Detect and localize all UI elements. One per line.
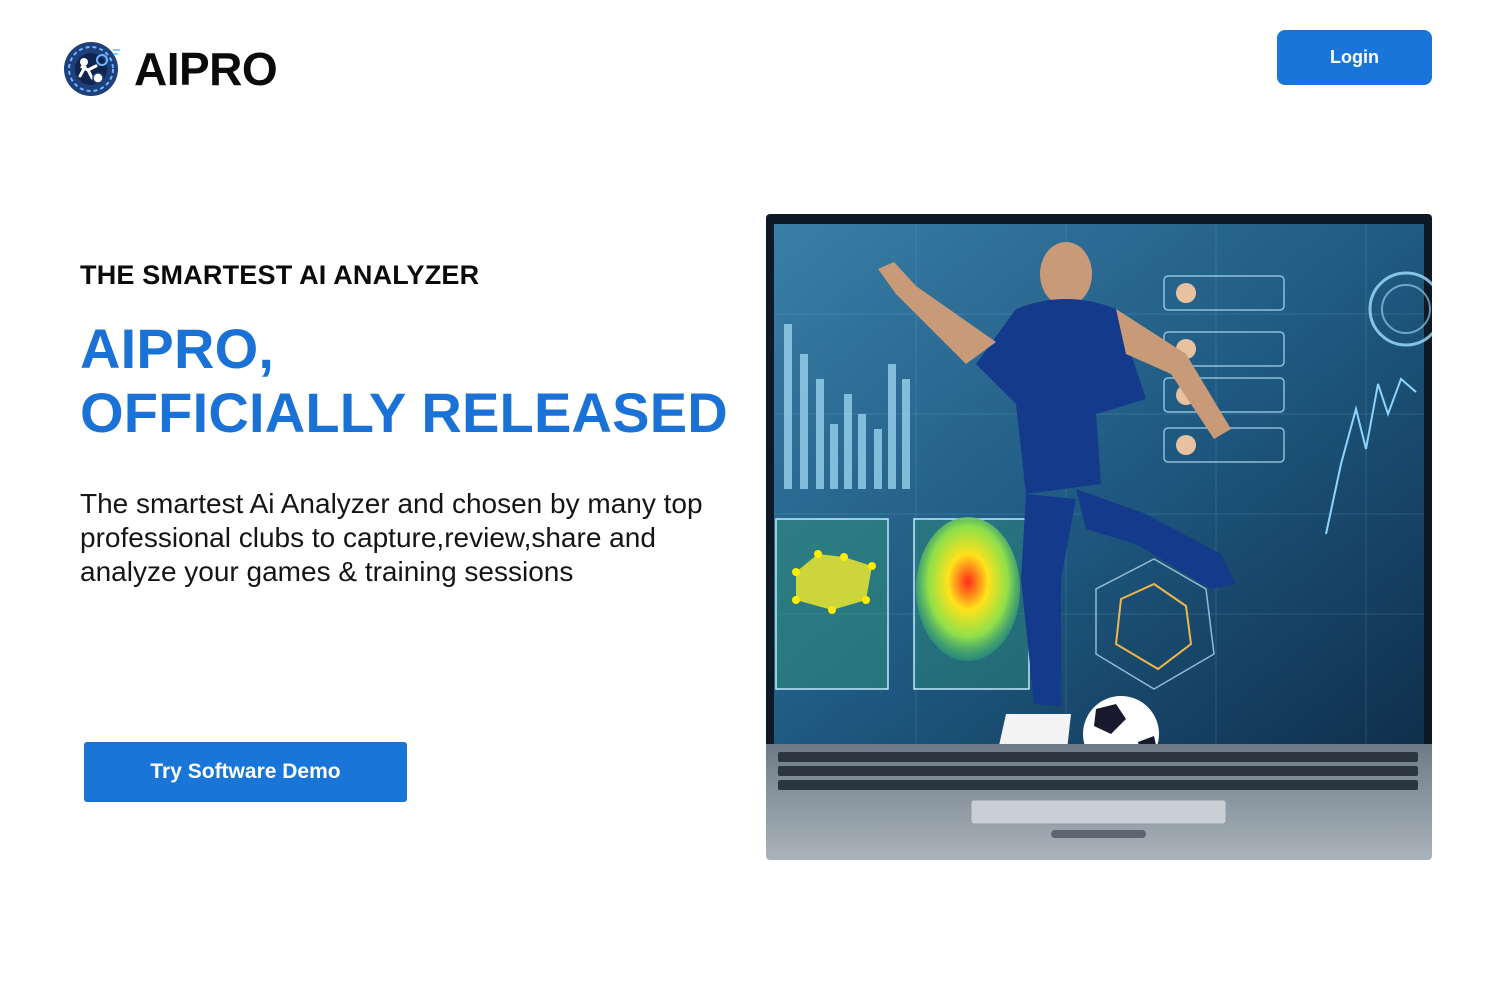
try-demo-button[interactable]: Try Software Demo [84, 742, 407, 802]
login-button[interactable]: Login [1277, 30, 1432, 85]
hero-headline: AIPRO, OFFICIALLY RELEASED [80, 317, 770, 445]
hero-description: The smartest Ai Analyzer and chosen by m… [80, 488, 703, 587]
headline-line-2: OFFICIALLY RELEASED [80, 381, 728, 444]
brand[interactable]: AIPRO [62, 40, 278, 98]
soccer-analytics-logo-icon [64, 42, 120, 96]
hero-eyebrow: THE SMARTEST AI ANALYZER [80, 260, 480, 290]
soccer-player-laptop-analytics-image [766, 214, 1432, 860]
hero-text: THE SMARTEST AI ANALYZER AIPRO, OFFICIAL… [80, 260, 770, 589]
brand-name: AIPRO [134, 43, 278, 95]
site-header: AIPRO Login [0, 0, 1512, 130]
headline-line-1: AIPRO, [80, 317, 275, 380]
